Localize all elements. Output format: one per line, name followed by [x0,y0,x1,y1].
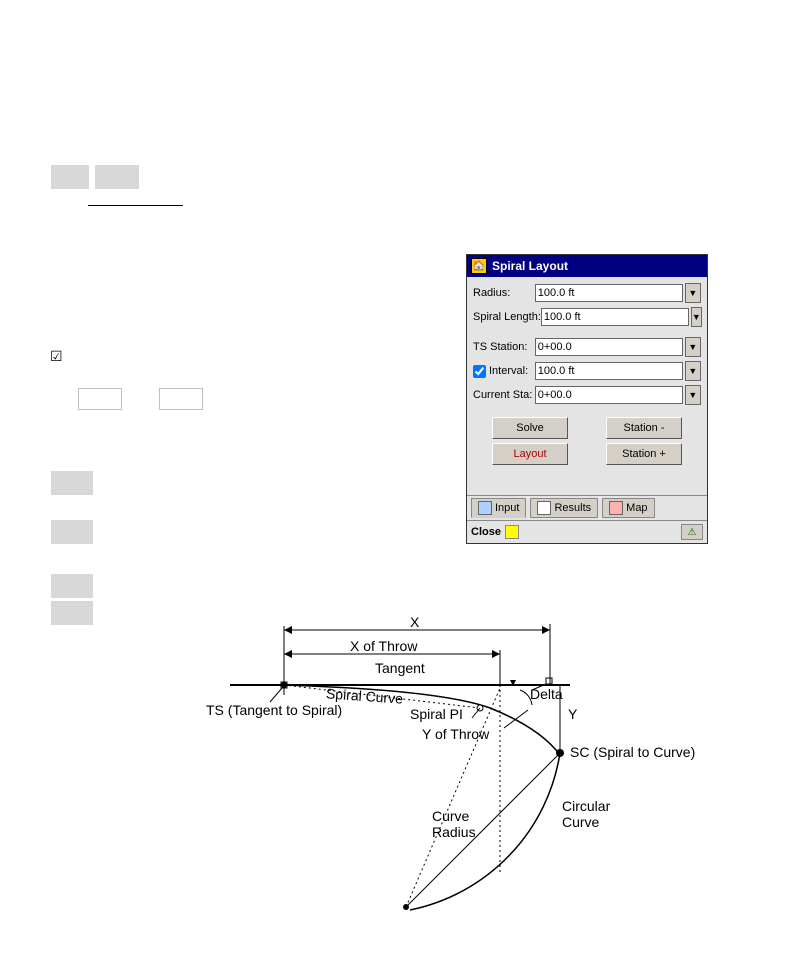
placeholder-box [95,165,139,189]
diagram-label-curve-radius: Curve Radius [432,808,476,840]
diagram-label-circular-curve: Circular Curve [562,798,610,830]
ts-station-input[interactable] [535,338,683,356]
tab-input[interactable]: Input [471,498,526,518]
input-tab-icon [478,501,492,515]
spiral-length-label: Spiral Length: [473,311,541,323]
diagram-label-y-of-throw: Y of Throw [422,726,489,742]
close-button[interactable]: Close [471,526,501,538]
ts-station-label: TS Station: [473,341,535,353]
warning-icon: ⚠ [681,524,703,540]
checkmark-icon: ☑ [50,349,63,363]
app-icon: 🏠 [471,258,487,274]
placeholder-box [51,574,93,598]
interval-input[interactable] [535,362,683,380]
map-tab-icon [609,501,623,515]
dialog-title: Spiral Layout [492,259,568,273]
status-bar: Close ⚠ [467,520,707,543]
layout-button[interactable]: Layout [492,443,568,465]
tab-input-label: Input [495,502,519,514]
radius-label: Radius: [473,287,535,299]
radius-dropdown-button[interactable]: ▼ [685,283,701,303]
spiral-diagram: X X of Throw Tangent Spiral Curve TS (Ta… [210,610,740,920]
diagram-label-tangent: Tangent [375,660,425,676]
placeholder-box [51,165,89,189]
current-sta-dropdown-button[interactable]: ▼ [685,385,701,405]
title-underline [88,205,183,206]
interval-dropdown-button[interactable]: ▼ [685,361,701,381]
current-sta-input[interactable] [535,386,683,404]
tab-map[interactable]: Map [602,498,654,518]
solve-button[interactable]: Solve [492,417,568,439]
diagram-label-ts: TS (Tangent to Spiral) [206,702,342,718]
station-plus-button[interactable]: Station + [606,443,682,465]
diagram-label-sc: SC (Spiral to Curve) [570,744,695,760]
radius-input[interactable] [535,284,683,302]
spiral-length-input[interactable] [541,308,689,326]
tab-results-label: Results [554,502,591,514]
tab-results[interactable]: Results [530,498,598,518]
diagram-label-spiral-pi: Spiral PI [410,706,463,722]
placeholder-box [78,388,122,410]
tab-bar: Input Results Map [467,495,707,520]
spiral-layout-dialog: 🏠 Spiral Layout Radius: ▼ Spiral Length:… [466,254,708,544]
current-sta-label: Current Sta: [473,389,535,401]
interval-label: Interval: [489,365,528,377]
placeholder-box [51,520,93,544]
diagram-label-y: Y [568,706,577,722]
placeholder-box [159,388,203,410]
status-indicator-icon [505,525,519,539]
station-minus-button[interactable]: Station - [606,417,682,439]
interval-checkbox[interactable] [473,365,486,378]
spiral-length-dropdown-button[interactable]: ▼ [691,307,702,327]
diagram-label-x-of-throw: X of Throw [350,638,417,654]
tab-map-label: Map [626,502,647,514]
results-tab-icon [537,501,551,515]
diagram-label-x: X [410,614,419,630]
ts-station-dropdown-button[interactable]: ▼ [685,337,701,357]
dialog-titlebar: 🏠 Spiral Layout [467,255,707,277]
placeholder-box [51,601,93,625]
diagram-label-delta: Delta [530,686,563,702]
placeholder-box [51,471,93,495]
